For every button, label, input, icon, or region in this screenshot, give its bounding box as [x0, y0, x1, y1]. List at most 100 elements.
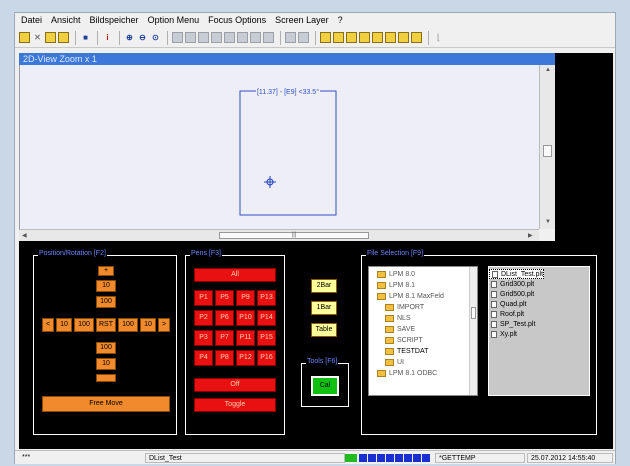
pens-toggle-button[interactable]: Toggle	[194, 398, 276, 412]
move-down-100-button[interactable]: 100	[96, 342, 116, 354]
move-right-100-button[interactable]: 100	[118, 318, 138, 332]
zoom-in-icon[interactable]: ⊕	[124, 32, 135, 43]
move-right-10-button[interactable]: 10	[140, 318, 156, 332]
pen-button[interactable]: P10	[236, 310, 255, 326]
menu-focus[interactable]: Focus Options	[208, 15, 266, 25]
tool-button-3-icon[interactable]	[198, 32, 209, 43]
layer-3-icon[interactable]	[346, 32, 357, 43]
tool-button-6-icon[interactable]	[237, 32, 248, 43]
pen-button[interactable]: P5	[215, 290, 234, 306]
tool-button-10-icon[interactable]	[298, 32, 309, 43]
folder-tree-item[interactable]: LPM 8.1	[369, 280, 469, 291]
horizontal-scrollbar[interactable]: ◀ ||| ▶	[19, 229, 539, 241]
move-right-button[interactable]: >	[158, 318, 170, 332]
tool-button-9-icon[interactable]	[285, 32, 296, 43]
file-list-item[interactable]: DList_Test.plt	[489, 269, 545, 279]
pen-button[interactable]: P11	[236, 330, 255, 346]
move-up-10-button[interactable]: 10	[96, 280, 116, 292]
tool-button-7-icon[interactable]	[250, 32, 261, 43]
file-list-item[interactable]: Grid500.plt	[489, 289, 544, 299]
layer-4-icon[interactable]	[359, 32, 370, 43]
tool-button-8-icon[interactable]	[263, 32, 274, 43]
tool-button-1-icon[interactable]	[172, 32, 183, 43]
layer-5-icon[interactable]	[372, 32, 383, 43]
file-list[interactable]: DList_Test.plt Grid300.plt Grid500.plt Quad…	[488, 266, 590, 396]
pens-off-button[interactable]: Off	[194, 378, 276, 392]
menu-ansicht[interactable]: Ansicht	[51, 15, 81, 25]
folder-tree-item[interactable]: UI	[369, 357, 469, 368]
pen-button[interactable]: P6	[215, 310, 234, 326]
pen-button[interactable]: P13	[257, 290, 276, 306]
scroll-down-icon[interactable]: ▼	[545, 219, 551, 225]
folder-tree-item[interactable]: LPM 8.1 MaxFeld	[369, 291, 469, 302]
tool-button-4-icon[interactable]	[211, 32, 222, 43]
move-left-10-button[interactable]: 10	[56, 318, 72, 332]
layer-1-icon[interactable]	[320, 32, 331, 43]
menu-screen-layer[interactable]: Screen Layer	[275, 15, 329, 25]
horizontal-scroll-thumb[interactable]: |||	[219, 232, 369, 239]
folder-tree-item[interactable]: SAVE	[369, 324, 469, 335]
layer-8-icon[interactable]	[411, 32, 422, 43]
pen-button[interactable]: P1	[194, 290, 213, 306]
move-up-button[interactable]: +	[98, 266, 114, 276]
file-list-item[interactable]: Quad.plt	[489, 299, 544, 309]
move-left-button[interactable]: <	[42, 318, 54, 332]
view-canvas[interactable]: [11.37] - [E9] <33.5°	[19, 65, 539, 229]
folder-tree-item[interactable]: IMPORT	[369, 302, 469, 313]
pen-button[interactable]: P2	[194, 310, 213, 326]
info-icon[interactable]: i	[102, 32, 113, 43]
move-left-100-button[interactable]: 100	[74, 318, 94, 332]
pen-button[interactable]: P4	[194, 350, 213, 366]
folder-tree-item[interactable]: TESTDAT	[369, 346, 469, 357]
layer-6-icon[interactable]	[385, 32, 396, 43]
layer-7-icon[interactable]	[398, 32, 409, 43]
cut-icon[interactable]: ✕	[32, 32, 43, 43]
move-down-10-button[interactable]: 10	[96, 358, 116, 370]
folder-tree-item[interactable]: NLS	[369, 313, 469, 324]
file-list-item[interactable]: SP_Test.plt	[489, 319, 544, 329]
pen-button[interactable]: P7	[215, 330, 234, 346]
vertical-scroll-thumb[interactable]	[543, 145, 552, 157]
vertical-scrollbar[interactable]: ▲ ▼	[539, 65, 555, 229]
tree-scrollbar[interactable]	[469, 267, 477, 395]
scroll-up-icon[interactable]: ▲	[545, 67, 551, 73]
move-down-button[interactable]	[96, 374, 116, 382]
pen-button[interactable]: P15	[257, 330, 276, 346]
tree-scroll-thumb[interactable]	[471, 307, 476, 319]
free-move-button[interactable]: Free Move	[42, 396, 170, 412]
pen-button[interactable]: P3	[194, 330, 213, 346]
folder-tree-item[interactable]: LPM 8.0	[369, 269, 469, 280]
pen-button[interactable]: P9	[236, 290, 255, 306]
scroll-left-icon[interactable]: ◀	[22, 232, 27, 239]
menu-datei[interactable]: Datei	[21, 15, 42, 25]
move-up-100-button[interactable]: 100	[96, 296, 116, 308]
pen-button[interactable]: P12	[236, 350, 255, 366]
scroll-right-icon[interactable]: ▶	[528, 232, 533, 239]
one-bar-button[interactable]: 1Bar	[311, 301, 337, 315]
menu-option[interactable]: Option Menu	[148, 15, 200, 25]
pen-button[interactable]: P16	[257, 350, 276, 366]
open-icon[interactable]	[19, 32, 30, 43]
two-bar-button[interactable]: 2Bar	[311, 279, 337, 293]
file-list-item[interactable]: Grid300.plt	[489, 279, 544, 289]
file-list-item[interactable]: Xy.plt	[489, 329, 544, 339]
table-button[interactable]: Table	[311, 323, 337, 337]
layer-2-icon[interactable]	[333, 32, 344, 43]
pens-all-button[interactable]: All	[194, 268, 276, 282]
folder-tree[interactable]: LPM 8.0 LPM 8.1 LPM 8.1 MaxFeld IMPORT NLS SA…	[368, 266, 478, 396]
zoom-out-icon[interactable]: ⊖	[137, 32, 148, 43]
color-icon[interactable]: ■	[80, 32, 91, 43]
tool-button-5-icon[interactable]	[224, 32, 235, 43]
folder-icon[interactable]	[45, 32, 56, 43]
folder-tree-item[interactable]: SCRIPT	[369, 335, 469, 346]
reset-button[interactable]: RST	[96, 318, 116, 332]
menu-help[interactable]: ?	[338, 15, 343, 25]
folder-tree-item[interactable]: LPM 8.1 ODBC	[369, 368, 469, 379]
file-list-item[interactable]: Roof.plt	[489, 309, 544, 319]
save-icon[interactable]	[58, 32, 69, 43]
pen-button[interactable]: P8	[215, 350, 234, 366]
chart-icon[interactable]: ⌊	[433, 32, 444, 43]
cal-button[interactable]: Cal	[311, 376, 339, 396]
zoom-fit-icon[interactable]: ⊙	[150, 32, 161, 43]
menu-bildspeicher[interactable]: Bildspeicher	[90, 15, 139, 25]
